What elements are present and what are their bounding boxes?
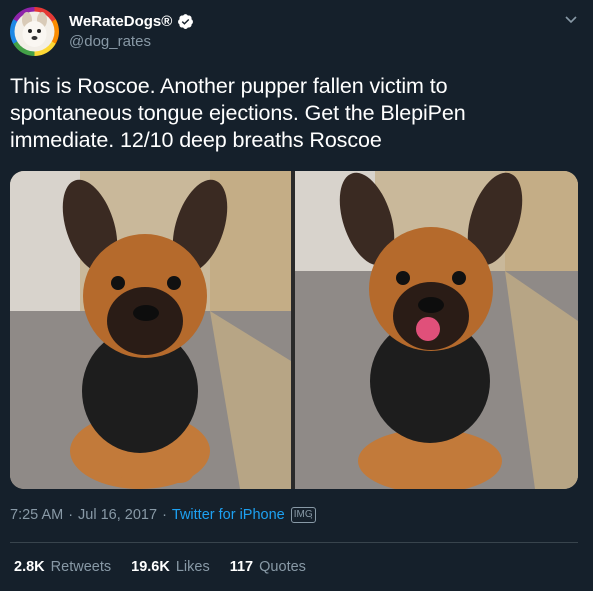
chevron-down-icon[interactable]: [563, 11, 579, 27]
tweet-text-line: This is Roscoe. Another pupper fallen vi…: [10, 74, 448, 98]
dog-avatar-icon: [14, 11, 55, 52]
tweet-text: This is Roscoe. Another pupper fallen vi…: [10, 73, 570, 154]
verified-badge-icon: [178, 13, 194, 29]
retweets-stat[interactable]: 2.8K Retweets: [14, 559, 111, 575]
meta-separator: ·: [68, 507, 74, 523]
likes-stat[interactable]: 19.6K Likes: [131, 559, 210, 575]
tweet-stats: 2.8K Retweets 19.6K Likes 117 Quotes: [14, 559, 326, 575]
dog-photo-tongue-icon: [295, 171, 578, 489]
quotes-label: Quotes: [259, 559, 306, 575]
img-badge: IMGฺ: [290, 507, 316, 523]
tweet-text-line: spontaneous tongue ejections. Get the Bl…: [10, 101, 466, 125]
avatar[interactable]: [10, 7, 59, 56]
photo-right[interactable]: [295, 171, 578, 489]
tweet-time[interactable]: 7:25 AM: [10, 507, 63, 523]
tweet-meta: 7:25 AM · Jul 16, 2017 · Twitter for iPh…: [10, 507, 316, 523]
author-info: WeRateDogs® @dog_rates: [69, 11, 194, 50]
tweet-card: WeRateDogs® @dog_rates This is Roscoe. A…: [0, 0, 593, 591]
dog-photo-icon: [10, 171, 291, 489]
handle[interactable]: @dog_rates: [69, 33, 194, 50]
likes-label: Likes: [175, 559, 210, 575]
display-name[interactable]: WeRateDogs®: [69, 13, 172, 30]
quotes-count: 117: [229, 559, 254, 575]
retweets-label: Retweets: [50, 559, 112, 575]
tweet-header: WeRateDogs® @dog_rates: [10, 7, 583, 57]
media-grid: [10, 171, 578, 489]
likes-count: 19.6K: [131, 559, 170, 575]
retweets-count: 2.8K: [14, 559, 45, 575]
quotes-stat[interactable]: 117 Quotes: [230, 559, 306, 575]
divider: [10, 542, 578, 543]
photo-left[interactable]: [10, 171, 291, 489]
tweet-source-link[interactable]: Twitter for iPhone: [172, 507, 285, 523]
tweet-date[interactable]: Jul 16, 2017: [78, 507, 157, 523]
tweet-text-line: immediate. 12/10 deep breaths Roscoe: [10, 128, 382, 152]
meta-separator: ·: [162, 507, 167, 523]
